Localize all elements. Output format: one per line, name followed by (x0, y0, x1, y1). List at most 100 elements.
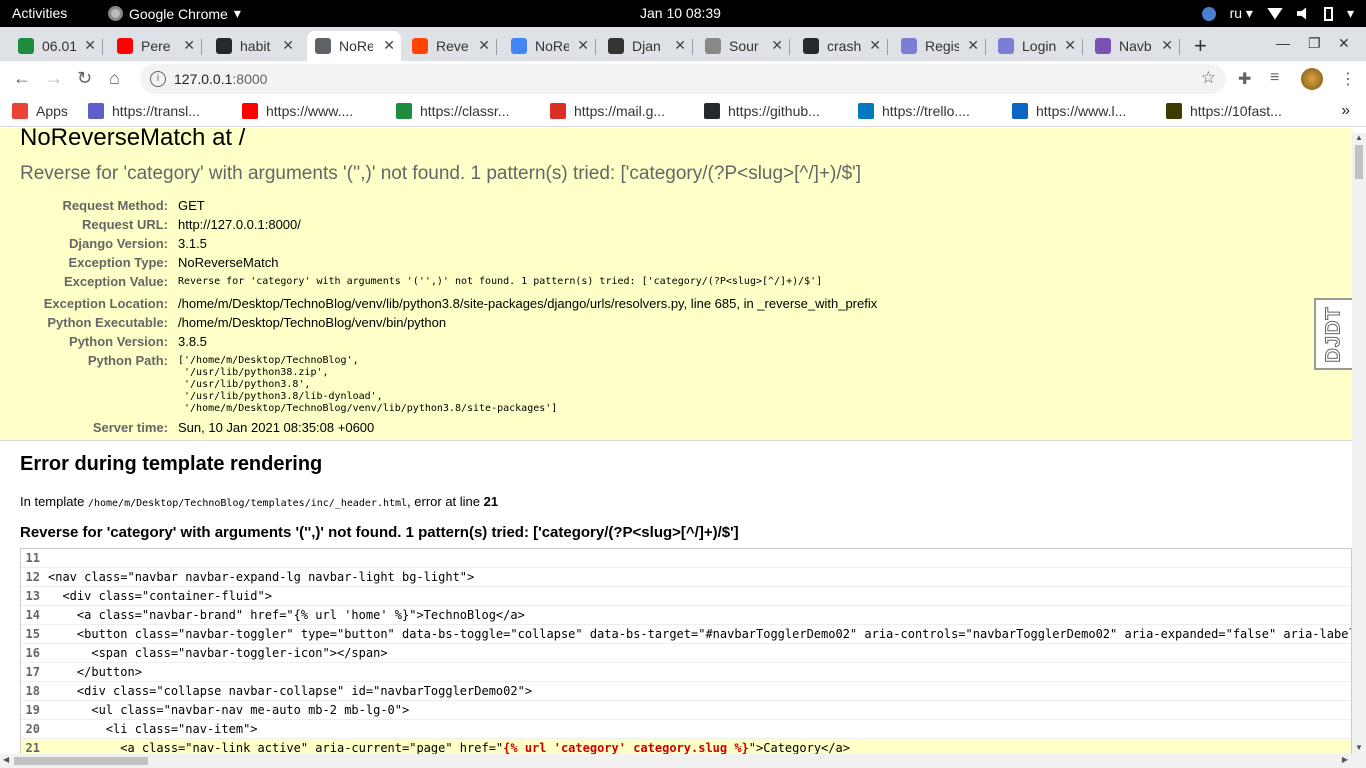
scroll-up-icon[interactable]: ▲ (1355, 133, 1363, 142)
line-number: 17 (25, 665, 40, 679)
scroll-left-icon[interactable]: ◀ (3, 755, 9, 764)
line-code: <li class="nav-item"> (48, 722, 258, 736)
source-line: 20 <li class="nav-item"> (21, 720, 1351, 739)
close-tab-icon[interactable]: ✕ (478, 37, 490, 54)
close-tab-icon[interactable]: ✕ (771, 37, 783, 54)
line-code: <div class="container-fluid"> (48, 589, 272, 603)
close-tab-icon[interactable]: ✕ (869, 37, 881, 54)
info-row: Exception Location: /home/m/Desktop/Techn… (0, 294, 877, 313)
close-tab-icon[interactable]: ✕ (674, 37, 686, 54)
error-line-number: 21 (483, 494, 499, 509)
tab[interactable]: Regis ✕ (893, 31, 986, 61)
close-tab-icon[interactable]: ✕ (1161, 37, 1173, 54)
close-window-button[interactable]: ✕ (1338, 35, 1350, 52)
clock[interactable]: Jan 10 08:39 (640, 5, 721, 21)
bookmark-label: https://10fast... (1190, 103, 1282, 119)
tab-title: NoRe (339, 38, 373, 54)
bookmark-item[interactable]: https://10fast... (1166, 103, 1282, 119)
bookmark-item[interactable]: https://mail.g... (550, 103, 665, 119)
tab[interactable]: Reve ✕ (404, 31, 497, 61)
minimize-button[interactable]: — (1276, 35, 1290, 51)
tab[interactable]: Login ✕ (990, 31, 1083, 61)
tab[interactable]: NoRe ✕ (503, 31, 596, 61)
template-path: /home/m/Desktop/TechnoBlog/templates/inc… (87, 498, 408, 509)
back-button[interactable]: ← (13, 68, 31, 89)
address-bar[interactable]: i 127.0.0.1:8000 ☆ (140, 64, 1226, 94)
apps-shortcut[interactable]: Apps (12, 103, 68, 119)
info-icon[interactable]: i (150, 71, 166, 87)
tab[interactable]: Navb ✕ (1087, 31, 1180, 61)
info-row: Server time: Sun, 10 Jan 2021 08:35:08 +0… (0, 418, 877, 437)
tab[interactable]: crash ✕ (795, 31, 888, 61)
info-key: Django Version: (69, 236, 168, 251)
forward-button[interactable]: → (45, 68, 63, 89)
bookmark-item[interactable]: https://github... (704, 103, 820, 119)
horizontal-scrollbar[interactable]: ◀ ▶ (0, 754, 1366, 768)
bookmark-favicon-icon (396, 103, 412, 119)
system-top-bar: Activities Google Chrome ▾ Jan 10 08:39 … (0, 0, 1366, 27)
tab[interactable]: NoRe ✕ (307, 31, 401, 61)
close-tab-icon[interactable]: ✕ (183, 37, 195, 54)
info-value: Sun, 10 Jan 2021 08:35:08 +0600 (178, 420, 375, 435)
home-button[interactable]: ⌂ (109, 68, 120, 89)
tab-separator (595, 39, 596, 55)
info-row: Python Version: 3.8.5 (0, 332, 877, 351)
bookmark-favicon-icon (704, 103, 720, 119)
bookmark-item[interactable]: https://trello.... (858, 103, 970, 119)
info-key: Python Path: (87, 353, 168, 368)
chevron-down-icon: ▾ (1346, 5, 1354, 21)
language-indicator[interactable]: ru ▾ (1230, 5, 1253, 22)
close-tab-icon[interactable]: ✕ (282, 37, 294, 54)
line-code: <a class="navbar-brand" href="{% url 'ho… (48, 608, 525, 622)
close-tab-icon[interactable]: ✕ (1064, 37, 1076, 54)
tab[interactable]: 06.01 ✕ (10, 31, 103, 61)
close-tab-icon[interactable]: ✕ (577, 37, 589, 54)
info-value: http://127.0.0.1:8000/ (178, 217, 301, 232)
close-tab-icon[interactable]: ✕ (84, 37, 96, 54)
bookmark-item[interactable]: https://classr... (396, 103, 509, 119)
source-line: 13 <div class="container-fluid"> (21, 587, 1351, 606)
tab-separator (692, 39, 693, 55)
scroll-right-icon[interactable]: ▶ (1342, 755, 1348, 764)
url-text[interactable]: 127.0.0.1:8000 (174, 71, 267, 87)
line-number: 20 (25, 722, 40, 736)
template-location: In template /home/m/Desktop/TechnoBlog/t… (20, 494, 499, 509)
tab[interactable]: habit ✕ (208, 31, 300, 61)
bookmark-item[interactable]: https://transl... (88, 103, 200, 119)
source-line: 12 <nav class="navbar navbar-expand-lg na… (21, 568, 1351, 587)
tab[interactable]: Djan ✕ (600, 31, 693, 61)
close-tab-icon[interactable]: ✕ (967, 37, 979, 54)
media-control-icon[interactable]: ≡ (1270, 69, 1279, 87)
menu-icon[interactable]: ⋮ (1340, 69, 1356, 89)
favicon-icon (511, 38, 527, 54)
close-tab-icon[interactable]: ✕ (383, 37, 395, 54)
bookmark-star-icon[interactable]: ☆ (1201, 68, 1216, 88)
scroll-down-icon[interactable]: ▼ (1355, 743, 1363, 752)
line-code: <a class="nav-link active" aria-current=… (48, 741, 850, 754)
source-line: 17 </button> (21, 663, 1351, 682)
scroll-thumb[interactable] (14, 757, 148, 765)
new-tab-button[interactable]: + (1194, 33, 1207, 59)
more-bookmarks-button[interactable]: » (1341, 102, 1350, 120)
app-menu[interactable]: Google Chrome ▾ (108, 5, 241, 22)
bookmark-item[interactable]: https://www.... (242, 103, 353, 119)
activities-button[interactable]: Activities (12, 5, 67, 21)
info-key: Exception Location: (43, 296, 168, 311)
bookmark-item[interactable]: https://www.l... (1012, 103, 1126, 119)
debug-toolbar-handle[interactable]: DJDT (1314, 298, 1352, 370)
extensions-icon[interactable]: ✚ (1238, 69, 1251, 89)
tab-strip: + — ❐ ✕ 06.01 ✕ Pere ✕ habit ✕ NoRe ✕ Reve ✕ NoRe ✕… (0, 27, 1366, 61)
reload-button[interactable]: ↻ (77, 68, 92, 89)
exception-message: Reverse for 'category' with arguments '(… (20, 163, 862, 184)
tab-title: NoRe (535, 38, 569, 54)
tab[interactable]: Pere ✕ (109, 31, 202, 61)
vertical-scrollbar[interactable]: ▲ ▼ (1352, 133, 1366, 754)
volume-icon (1296, 7, 1307, 20)
line-number: 14 (25, 608, 40, 622)
maximize-button[interactable]: ❐ (1308, 35, 1321, 52)
line-number: 12 (25, 570, 40, 584)
scroll-thumb[interactable] (1355, 145, 1363, 179)
profile-avatar[interactable] (1301, 68, 1323, 90)
system-tray[interactable]: ru ▾ ▾ (1201, 5, 1354, 22)
tab[interactable]: Sour ✕ (697, 31, 790, 61)
